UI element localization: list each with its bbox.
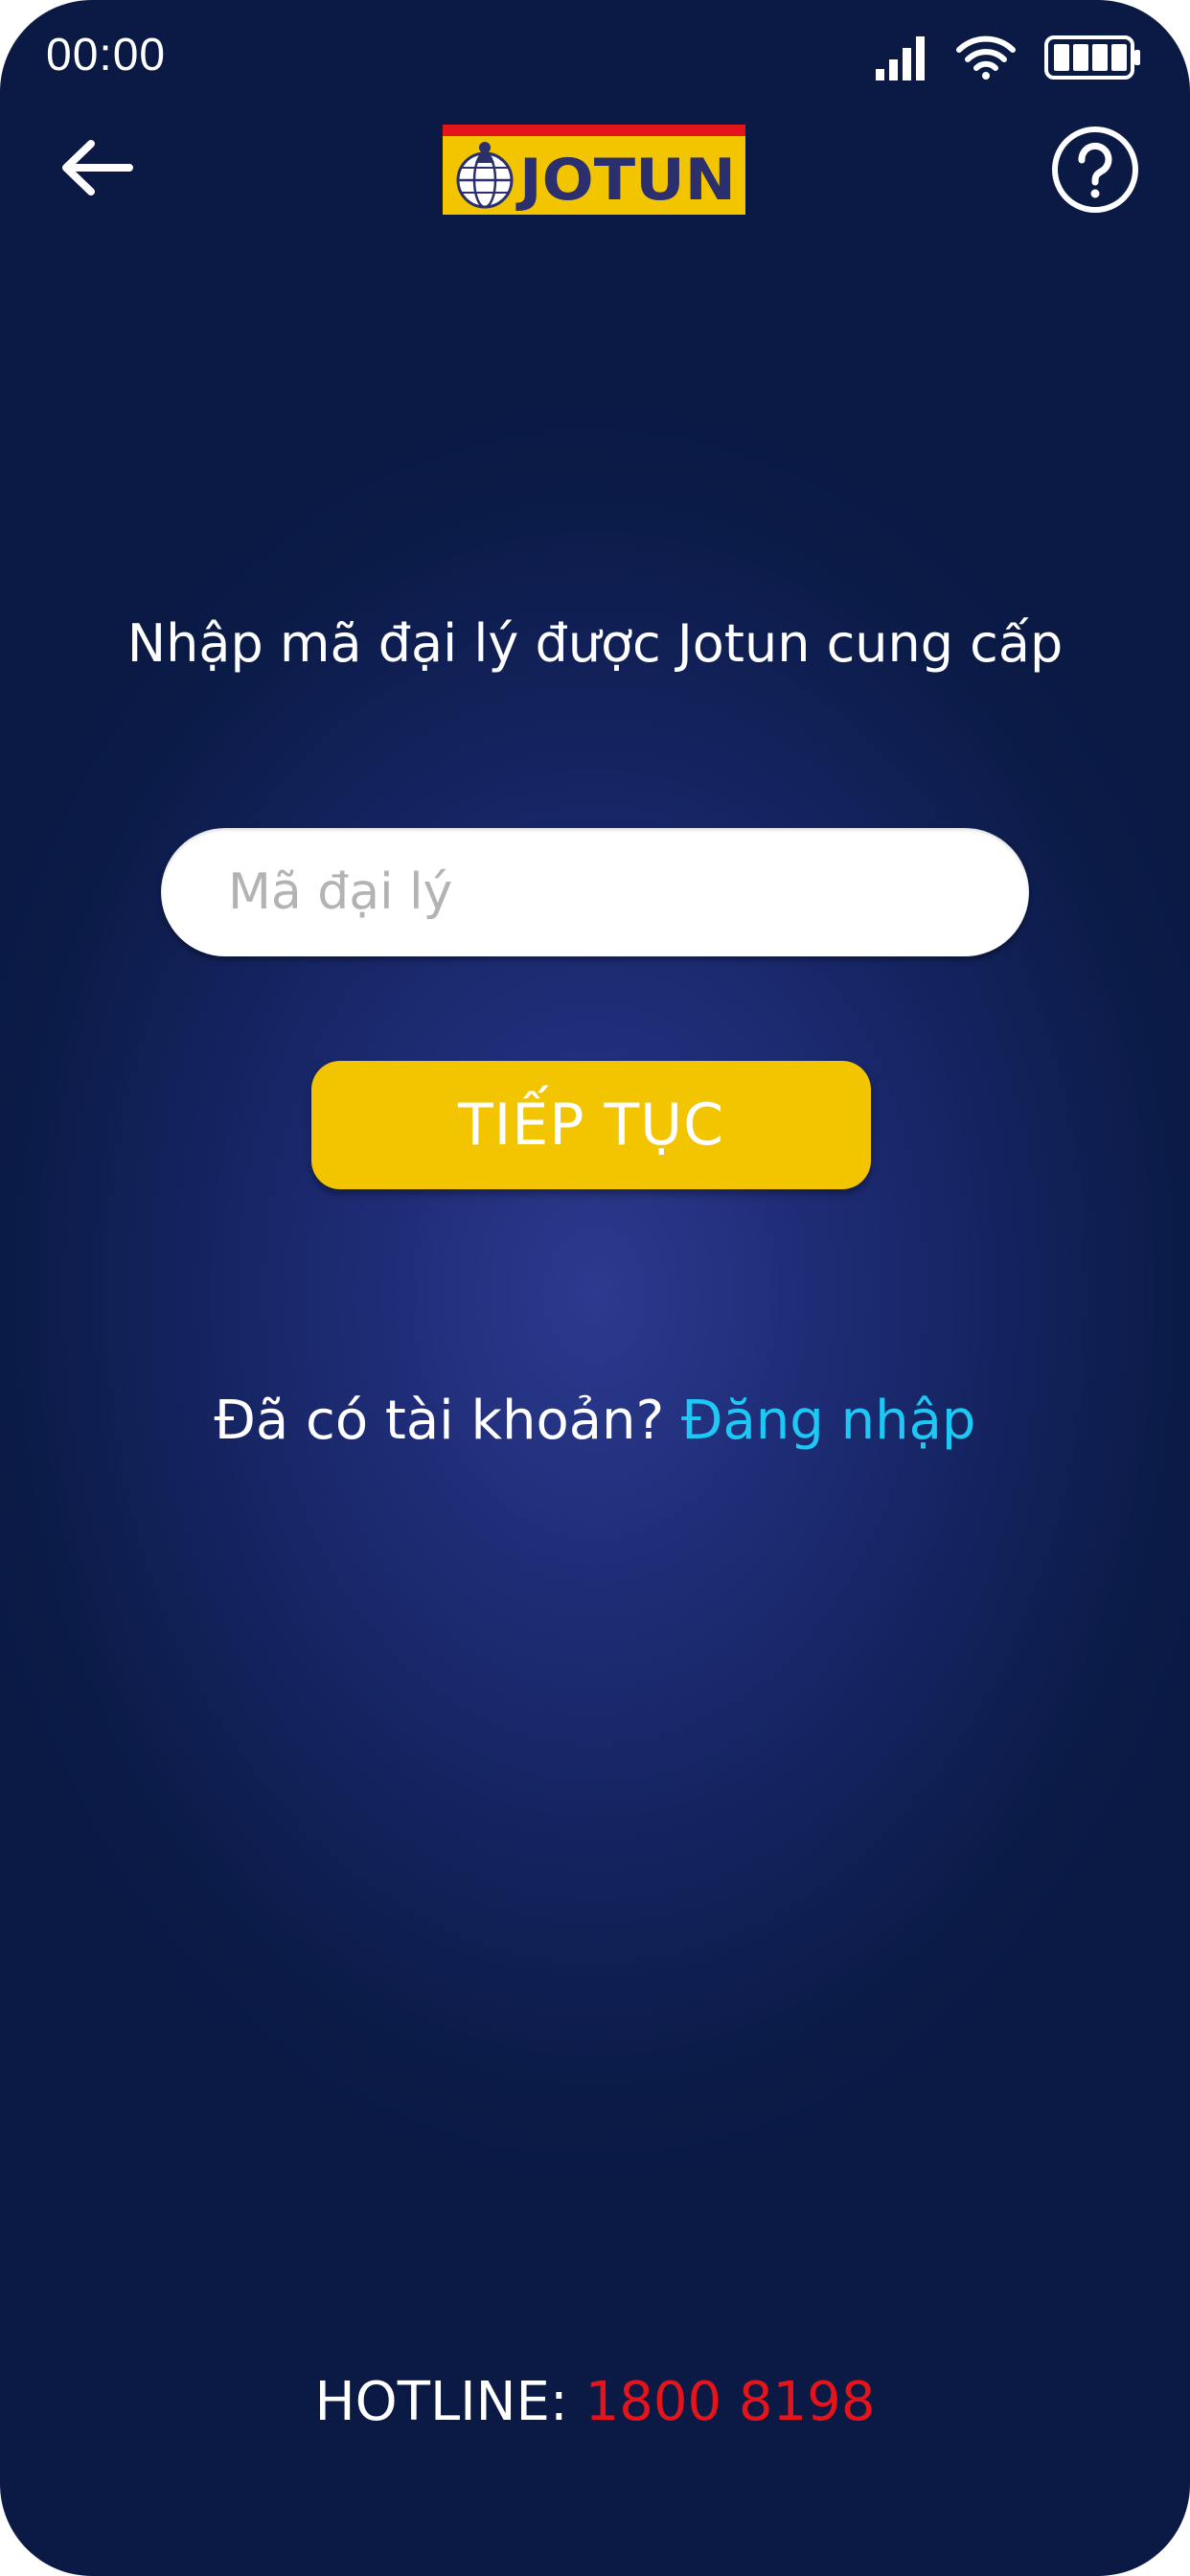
status-icons bbox=[876, 34, 1142, 80]
back-button[interactable] bbox=[54, 134, 140, 201]
instruction-text: Nhập mã đại lý được Jotun cung cấp bbox=[126, 613, 1064, 674]
login-link[interactable]: Đăng nhập bbox=[681, 1390, 975, 1452]
hotline-label: HOTLINE: bbox=[314, 2371, 585, 2433]
hotline-number[interactable]: 1800 8198 bbox=[585, 2371, 876, 2433]
signal-icon bbox=[876, 36, 925, 80]
status-time: 00:00 bbox=[46, 30, 167, 80]
app-screen: 00:00 JOTUN Nhập mã đại lý được Jotun cu… bbox=[0, 0, 1190, 2576]
help-button[interactable] bbox=[1050, 125, 1140, 215]
continue-button[interactable]: TIẾP TỤC bbox=[311, 1061, 871, 1189]
jotun-logo: JOTUN bbox=[443, 125, 745, 215]
login-question: Đã có tài khoản? bbox=[214, 1390, 682, 1452]
question-circle-icon bbox=[1052, 126, 1138, 213]
logo-wordmark: JOTUN bbox=[515, 147, 736, 214]
login-prompt: Đã có tài khoản? Đăng nhập bbox=[0, 1390, 1190, 1452]
wifi-icon bbox=[956, 35, 1016, 80]
hotline: HOTLINE: 1800 8198 bbox=[0, 2371, 1190, 2433]
battery-icon bbox=[1044, 35, 1140, 80]
arrow-left-icon bbox=[62, 140, 133, 196]
dealer-code-input[interactable] bbox=[161, 828, 1029, 956]
